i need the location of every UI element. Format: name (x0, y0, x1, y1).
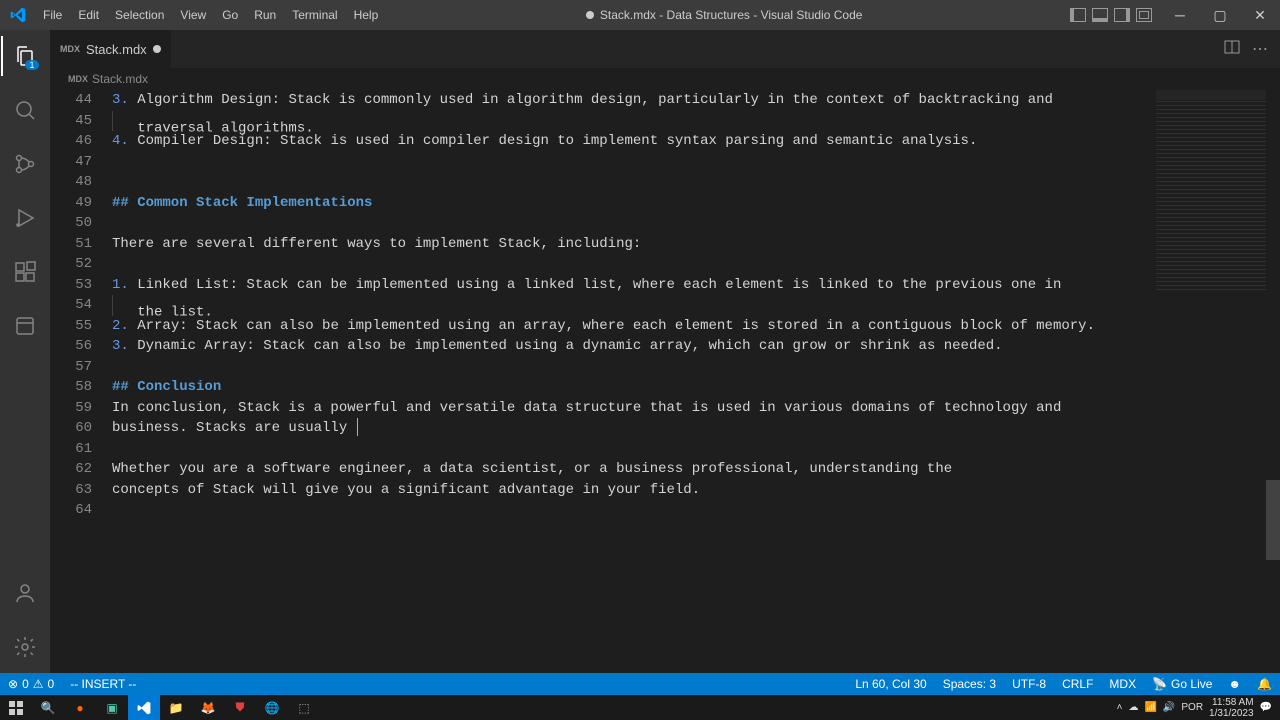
status-problems[interactable]: ⊗0 ⚠0 (0, 673, 62, 695)
extensions-icon[interactable] (1, 252, 49, 292)
status-go-live[interactable]: 📡Go Live (1144, 673, 1220, 695)
taskbar-app-2[interactable]: ▣ (96, 695, 128, 720)
menu-edit[interactable]: Edit (70, 0, 107, 30)
mdx-icon: MDX (60, 44, 80, 54)
status-eol[interactable]: CRLF (1054, 673, 1101, 695)
tab-stack-mdx[interactable]: MDX Stack.mdx (50, 30, 172, 68)
breadcrumb[interactable]: MDX Stack.mdx (50, 68, 1280, 90)
accounts-icon[interactable] (1, 573, 49, 613)
menu-help[interactable]: Help (346, 0, 387, 30)
code-content[interactable]: 3. Algorithm Design: Stack is commonly u… (112, 90, 1280, 673)
taskbar-folder[interactable]: 📁 (160, 695, 192, 720)
other-view-icon[interactable] (1, 306, 49, 346)
maximize-button[interactable]: ▢ (1200, 0, 1240, 30)
scrollbar-thumb[interactable] (1266, 480, 1280, 560)
system-tray[interactable]: ˄ ☁ 📶 🔊 POR 11:58 AM 1/31/2023 💬 (1117, 697, 1280, 719)
tray-cloud-icon[interactable]: ☁ (1128, 702, 1138, 713)
editor-area: MDX Stack.mdx ⋯ MDX Stack.mdx 4445464748… (50, 30, 1280, 673)
taskbar-vscode[interactable] (128, 695, 160, 720)
modified-indicator-icon (153, 45, 161, 53)
window-title: Stack.mdx - Data Structures - Visual Stu… (386, 8, 1062, 22)
more-actions-icon[interactable]: ⋯ (1252, 39, 1268, 59)
menu-view[interactable]: View (172, 0, 214, 30)
split-editor-icon[interactable] (1224, 39, 1240, 59)
settings-icon[interactable] (1, 627, 49, 667)
taskbar-app-4[interactable]: ⬚ (288, 695, 320, 720)
taskbar-chrome[interactable]: 🌐 (256, 695, 288, 720)
explorer-badge: 1 (25, 60, 39, 70)
code-editor[interactable]: 4445464748495051525354555657585960616263… (50, 90, 1280, 673)
modified-dot-icon (586, 11, 594, 19)
status-encoding[interactable]: UTF-8 (1004, 673, 1054, 695)
taskbar-app-1[interactable]: ● (64, 695, 96, 720)
status-feedback-icon[interactable]: ☻ (1220, 673, 1249, 695)
window-title-text: Stack.mdx - Data Structures - Visual Stu… (600, 8, 863, 22)
window-controls: ─ ▢ ✕ (1160, 0, 1280, 30)
activity-bar: 1 (0, 30, 50, 673)
source-control-icon[interactable] (1, 144, 49, 184)
status-bell-icon[interactable]: 🔔 (1249, 673, 1280, 695)
status-line-col[interactable]: Ln 60, Col 30 (847, 673, 934, 695)
status-spaces[interactable]: Spaces: 3 (935, 673, 1004, 695)
status-bar: ⊗0 ⚠0 -- INSERT -- Ln 60, Col 30 Spaces:… (0, 673, 1280, 695)
mdx-icon: MDX (68, 74, 88, 84)
layout-controls[interactable] (1062, 8, 1160, 22)
taskbar-app-3[interactable]: ⛊ (224, 695, 256, 720)
antenna-icon: 📡 (1152, 677, 1167, 691)
menu-file[interactable]: File (35, 0, 70, 30)
start-button[interactable] (0, 695, 32, 720)
status-language[interactable]: MDX (1101, 673, 1144, 695)
tab-bar: MDX Stack.mdx ⋯ (50, 30, 1280, 68)
status-vim-mode: -- INSERT -- (62, 673, 144, 695)
menu-terminal[interactable]: Terminal (284, 0, 345, 30)
explorer-icon[interactable]: 1 (1, 36, 49, 76)
taskbar-firefox[interactable]: 🦊 (192, 695, 224, 720)
tray-sound-icon[interactable]: 🔊 (1163, 702, 1175, 713)
tray-notifications-icon[interactable]: 💬 (1260, 702, 1272, 713)
tray-lang[interactable]: POR (1181, 702, 1203, 713)
menu-run[interactable]: Run (246, 0, 284, 30)
warning-icon: ⚠ (33, 677, 44, 691)
breadcrumb-file: Stack.mdx (92, 72, 148, 86)
search-taskbar-icon[interactable]: 🔍 (32, 695, 64, 720)
tray-chevron-icon[interactable]: ˄ (1117, 702, 1123, 713)
title-bar: FileEditSelectionViewGoRunTerminalHelp S… (0, 0, 1280, 30)
scrollbar[interactable] (1266, 90, 1280, 673)
main-menu: FileEditSelectionViewGoRunTerminalHelp (35, 0, 386, 30)
line-number-gutter: 4445464748495051525354555657585960616263… (50, 90, 112, 673)
menu-go[interactable]: Go (214, 0, 246, 30)
tab-label: Stack.mdx (86, 42, 147, 57)
search-icon[interactable] (1, 90, 49, 130)
windows-taskbar: 🔍 ● ▣ 📁 🦊 ⛊ 🌐 ⬚ ˄ ☁ 📶 🔊 POR 11:58 AM 1/3… (0, 695, 1280, 720)
run-debug-icon[interactable] (1, 198, 49, 238)
vscode-logo (0, 7, 35, 23)
menu-selection[interactable]: Selection (107, 0, 172, 30)
tray-clock[interactable]: 11:58 AM 1/31/2023 (1209, 697, 1254, 719)
error-icon: ⊗ (8, 677, 18, 691)
close-button[interactable]: ✕ (1240, 0, 1280, 30)
minimize-button[interactable]: ─ (1160, 0, 1200, 30)
tray-wifi-icon[interactable]: 📶 (1144, 702, 1156, 713)
